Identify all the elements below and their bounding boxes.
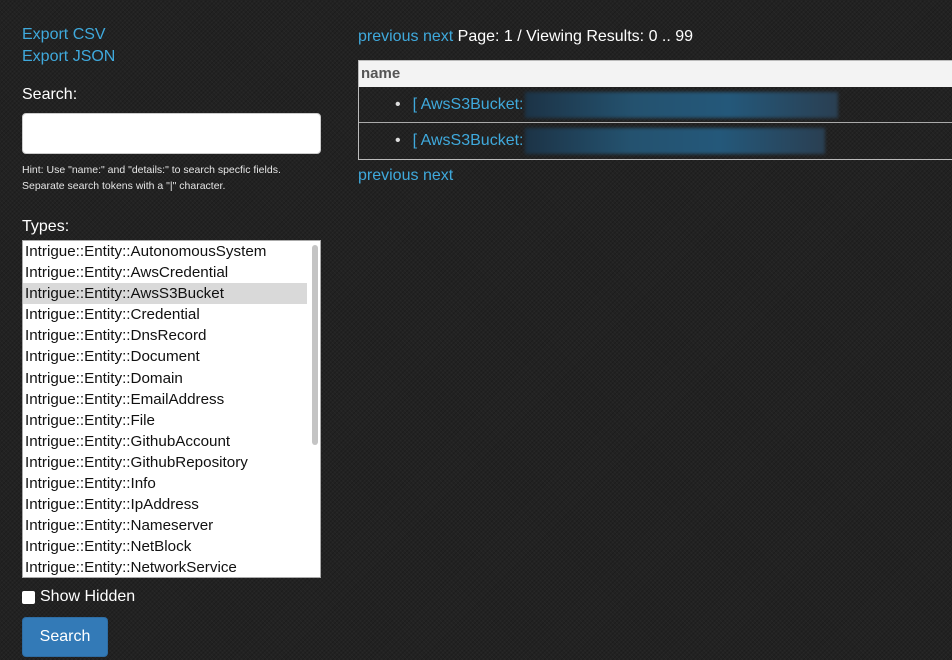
type-option[interactable]: Intrigue::Entity::GithubRepository (23, 452, 307, 473)
type-option[interactable]: Intrigue::Entity::AutonomousSystem (23, 241, 307, 262)
sidebar: Export CSV Export JSON Search: Hint: Use… (22, 24, 322, 657)
next-page-link-bottom[interactable]: next (423, 167, 453, 184)
list-bullet: • (395, 132, 401, 149)
type-option[interactable]: Intrigue::Entity::Credential (23, 304, 307, 325)
export-json-link[interactable]: Export JSON (22, 46, 322, 68)
type-option[interactable]: Intrigue::Entity::Document (23, 346, 307, 367)
type-option[interactable]: Intrigue::Entity::DnsRecord (23, 325, 307, 346)
table-row: • [ AwsS3Bucket: (359, 123, 952, 159)
pager-top: previous next Page: 1 / Viewing Results:… (358, 27, 952, 47)
search-button[interactable]: Search (22, 617, 108, 657)
type-option[interactable]: Intrigue::Entity::NetworkService (23, 557, 307, 577)
previous-page-link-bottom[interactable]: previous (358, 167, 418, 184)
show-hidden-checkbox[interactable] (22, 590, 35, 604)
results-table: name • [ AwsS3Bucket: • [ AwsS3Bucket: (358, 60, 952, 160)
column-header-name: name (359, 61, 952, 87)
list-bullet: • (395, 95, 401, 113)
redacted-value (525, 91, 839, 118)
type-option[interactable]: Intrigue::Entity::EmailAddress (23, 389, 307, 410)
entity-link[interactable]: [ AwsS3Bucket: (413, 96, 524, 114)
type-option[interactable]: Intrigue::Entity::AwsCredential (23, 262, 307, 283)
type-option[interactable]: Intrigue::Entity::Info (23, 473, 307, 494)
type-option[interactable]: Intrigue::Entity::AwsS3Bucket (23, 283, 307, 305)
previous-page-link[interactable]: previous (358, 28, 418, 45)
next-page-link[interactable]: next (423, 28, 453, 45)
pager-status: Page: 1 / Viewing Results: 0 .. 99 (457, 28, 694, 45)
entity-link[interactable]: [ AwsS3Bucket: (413, 132, 524, 150)
types-scrollbar[interactable] (312, 245, 318, 445)
type-option[interactable]: Intrigue::Entity::NetBlock (23, 536, 307, 557)
table-row: • [ AwsS3Bucket: (359, 87, 952, 123)
types-listbox[interactable]: Intrigue::Entity::AutonomousSystem Intrig… (22, 240, 321, 578)
show-hidden-toggle[interactable]: Show Hidden (22, 588, 322, 606)
show-hidden-label: Show Hidden (40, 588, 136, 605)
search-input[interactable] (22, 113, 321, 154)
redacted-value (525, 128, 826, 154)
results-panel: previous next Page: 1 / Viewing Results:… (358, 27, 952, 185)
type-option[interactable]: Intrigue::Entity::Nameserver (23, 515, 307, 536)
types-label: Types: (22, 218, 70, 235)
type-option[interactable]: Intrigue::Entity::File (23, 410, 307, 431)
pager-bottom: previous next (358, 167, 952, 185)
type-option[interactable]: Intrigue::Entity::IpAddress (23, 494, 307, 515)
search-label: Search: (22, 86, 78, 103)
type-option[interactable]: Intrigue::Entity::Domain (23, 368, 307, 389)
search-hint: Hint: Use "name:" and "details:" to sear… (22, 164, 281, 192)
export-csv-link[interactable]: Export CSV (22, 24, 322, 46)
type-option[interactable]: Intrigue::Entity::GithubAccount (23, 431, 307, 452)
